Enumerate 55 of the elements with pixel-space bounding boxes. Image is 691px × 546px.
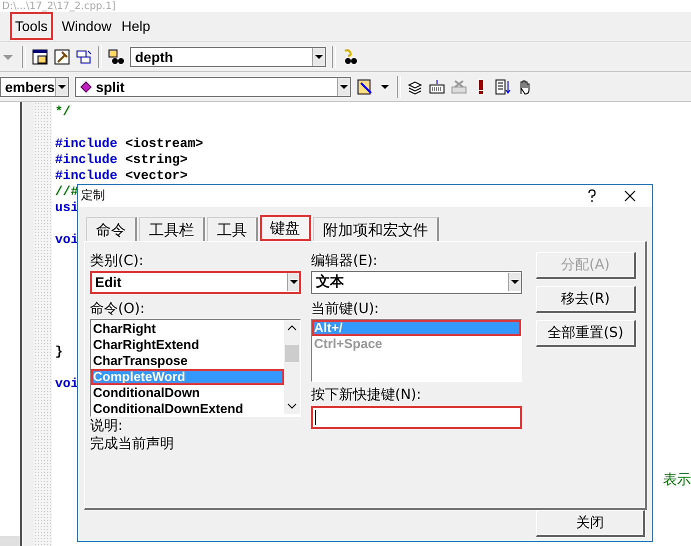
class-combo[interactable]: embers xyxy=(0,76,69,96)
tab[interactable]: 工具 xyxy=(207,216,258,241)
code-line: //# xyxy=(55,184,78,199)
code-line: #include <iostream> xyxy=(55,136,204,151)
code-line: usi xyxy=(55,200,78,215)
scrollbar[interactable] xyxy=(0,536,20,546)
stack-icon[interactable] xyxy=(406,78,423,94)
scrollbar[interactable] xyxy=(284,320,300,414)
description-text: 完成当前声明 xyxy=(90,434,175,453)
list-item[interactable]: ConditionalDownExtend xyxy=(91,400,284,417)
help-binoculars-icon[interactable] xyxy=(342,48,358,64)
field-label: 按下新快捷键(N): xyxy=(311,386,422,404)
list-arrow-icon[interactable] xyxy=(494,78,511,94)
code-line: */ xyxy=(55,104,71,119)
tab[interactable]: 附加项和宏文件 xyxy=(313,216,439,241)
tab[interactable]: 键盘 xyxy=(260,214,311,241)
close-icon[interactable] xyxy=(622,188,638,204)
grid-wand-icon[interactable] xyxy=(356,78,373,94)
code-line: voi xyxy=(55,232,78,247)
search-combo[interactable]: depth xyxy=(130,46,326,66)
window-icon[interactable] xyxy=(32,48,48,64)
menu-item[interactable]: Help xyxy=(120,16,152,36)
member-combo[interactable]: split xyxy=(74,76,351,96)
list-item[interactable]: CharRightExtend xyxy=(91,336,284,353)
field-label: 命令(O): xyxy=(90,300,146,318)
close-button[interactable]: 关闭 xyxy=(536,510,645,537)
list-item[interactable]: ConditionalDown xyxy=(91,384,284,401)
diamond-icon[interactable] xyxy=(80,80,92,92)
dialog-button[interactable]: 全部重置(S) xyxy=(536,320,636,347)
tab[interactable]: 命令 xyxy=(86,216,137,241)
code-line: #include <string> xyxy=(55,152,188,167)
list-item[interactable]: CharTranspose xyxy=(91,352,284,369)
code-line: #include <vector> xyxy=(55,168,188,183)
field-label: 类别(C): xyxy=(90,252,144,270)
dialog-button[interactable]: 移去(R) xyxy=(536,286,636,313)
editor-combo[interactable]: 文本 xyxy=(311,270,522,294)
hammer-icon[interactable] xyxy=(54,48,70,64)
field-label: 编辑器(E): xyxy=(311,252,378,270)
field-label: 当前键(U): xyxy=(311,300,380,318)
menu-item[interactable]: Window xyxy=(60,16,112,36)
command-list[interactable]: CharRight CharRightExtend CharTranspose CompleteWord ConditionalDown ConditionalDownExtend xyxy=(90,318,301,417)
code-line: } xyxy=(55,344,63,359)
code-line: voi xyxy=(55,376,78,391)
menu-item[interactable]: Tools xyxy=(10,12,53,40)
code-line: 表示 xyxy=(663,472,691,488)
keyboard-icon[interactable] xyxy=(428,78,445,94)
windows-icon[interactable] xyxy=(76,48,92,64)
description-label: 说明: xyxy=(90,416,124,435)
shortcut-input-field[interactable] xyxy=(311,406,522,429)
binoculars-icon[interactable] xyxy=(108,48,124,64)
category-combo[interactable]: Edit xyxy=(90,270,301,294)
dialog-title: 定制 xyxy=(81,187,106,204)
tab[interactable]: 工具栏 xyxy=(139,216,205,241)
window-title: D:\...\17_2\17_2.cpp.1] xyxy=(1,1,116,12)
list-item[interactable]: CharRight xyxy=(91,320,284,337)
